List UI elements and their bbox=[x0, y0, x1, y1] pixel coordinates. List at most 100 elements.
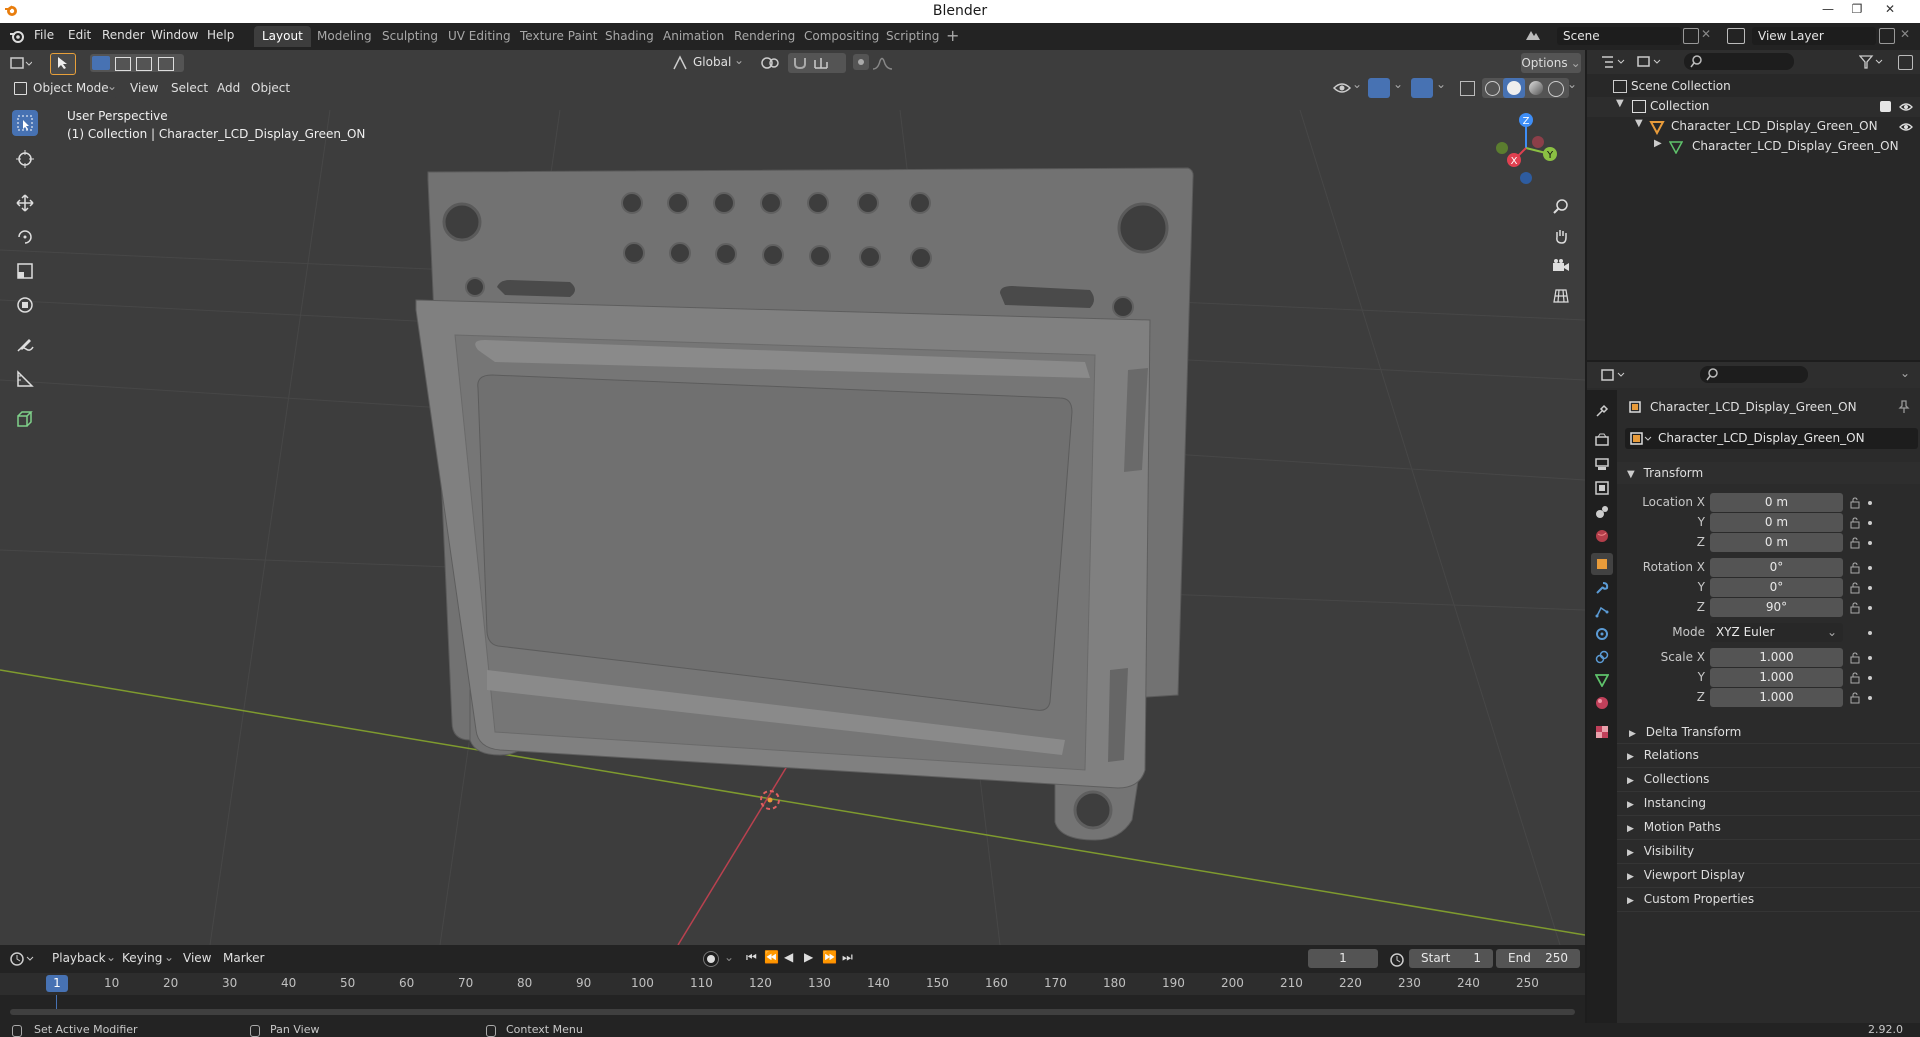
menu-select[interactable]: Select bbox=[171, 81, 208, 95]
tab-output[interactable] bbox=[1591, 453, 1613, 475]
play-icon[interactable]: ▶ bbox=[804, 950, 813, 964]
tab-world[interactable] bbox=[1591, 525, 1613, 547]
transform-tool[interactable] bbox=[12, 292, 38, 318]
frame-ruler[interactable]: 1 10 20 30 40 50 60 70 80 90 100 110 120… bbox=[0, 973, 1585, 995]
keyframe-dot[interactable] bbox=[1868, 606, 1872, 610]
expand-arrow-icon[interactable]: ▼ bbox=[1616, 98, 1624, 109]
object-name-field[interactable]: Character_LCD_Display_Green_ON bbox=[1625, 428, 1918, 449]
prev-keyframe-icon[interactable]: ⏪ bbox=[764, 950, 779, 964]
cursor-tool[interactable] bbox=[12, 146, 38, 172]
measure-tool[interactable] bbox=[12, 366, 38, 392]
overlays-toggle[interactable] bbox=[1411, 78, 1433, 98]
tab-material[interactable] bbox=[1591, 692, 1613, 714]
rotation-y-field[interactable]: 0° bbox=[1710, 578, 1843, 597]
keyframe-dot[interactable] bbox=[1868, 656, 1872, 660]
lock-icon[interactable] bbox=[1849, 672, 1861, 684]
pan-hand-icon[interactable] bbox=[1553, 228, 1569, 244]
lcd-model[interactable] bbox=[415, 167, 1194, 841]
pivot-point-icon[interactable] bbox=[760, 55, 782, 71]
keyframe-dot[interactable] bbox=[1868, 566, 1872, 570]
wireframe-shading-icon[interactable] bbox=[1485, 81, 1500, 96]
close-button[interactable]: ✕ bbox=[1880, 2, 1900, 18]
location-z-field[interactable]: 0 m bbox=[1710, 533, 1843, 552]
tab-scene[interactable] bbox=[1591, 501, 1613, 523]
camera-icon[interactable] bbox=[1552, 258, 1570, 274]
display-mode-icon[interactable] bbox=[1637, 55, 1663, 69]
new-collection-icon[interactable] bbox=[1898, 55, 1913, 70]
add-cube-tool[interactable] bbox=[12, 406, 38, 432]
add-workspace-icon[interactable]: + bbox=[946, 26, 959, 45]
lock-icon[interactable] bbox=[1849, 497, 1861, 509]
rotate-tool[interactable] bbox=[12, 224, 38, 250]
timeline-editor[interactable]: Playback ⌄ Keying ⌄ View Marker ⌄ ⏮ ⏪ ◀ … bbox=[0, 945, 1585, 1023]
minimize-button[interactable]: — bbox=[1818, 2, 1838, 18]
lock-icon[interactable] bbox=[1849, 517, 1861, 529]
proportional-edit-toggle[interactable] bbox=[853, 54, 869, 70]
properties-editor[interactable]: ⌄ Character_LCD_Display_Green_ON Charact… bbox=[1587, 362, 1920, 1023]
outliner-row-object[interactable]: ▼ Character_LCD_Display_Green_ON bbox=[1587, 117, 1920, 137]
lock-icon[interactable] bbox=[1849, 652, 1861, 664]
snap-target-icon[interactable] bbox=[813, 56, 829, 70]
proportional-falloff-icon[interactable] bbox=[872, 55, 894, 71]
delete-scene-icon[interactable]: ✕ bbox=[1701, 27, 1711, 41]
menu-object[interactable]: Object bbox=[251, 81, 290, 95]
relations-panel-header[interactable]: ▶ Relations bbox=[1617, 744, 1920, 766]
rendered-shading-icon[interactable] bbox=[1548, 81, 1564, 97]
tab-compositing[interactable]: Compositing bbox=[796, 26, 887, 47]
tab-uv-editing[interactable]: UV Editing bbox=[440, 26, 519, 47]
menu-window[interactable]: Window bbox=[151, 28, 198, 42]
keyframe-dot[interactable] bbox=[1868, 631, 1872, 635]
select-box-tool[interactable] bbox=[12, 110, 38, 136]
properties-search-input[interactable] bbox=[1700, 366, 1808, 383]
tab-modeling[interactable]: Modeling bbox=[309, 26, 380, 47]
annotate-tool[interactable] bbox=[12, 332, 38, 358]
delta-transform-subpanel[interactable]: ▶ Delta Transform bbox=[1629, 721, 1920, 743]
zoom-icon[interactable] bbox=[1553, 198, 1569, 214]
scale-y-field[interactable]: 1.000 bbox=[1710, 668, 1843, 687]
properties-editor-type-icon[interactable] bbox=[1601, 368, 1627, 382]
menu-timeline-view[interactable]: View bbox=[183, 951, 211, 965]
tab-object[interactable] bbox=[1591, 553, 1613, 575]
eye-icon[interactable] bbox=[1899, 101, 1913, 113]
3d-viewport[interactable]: Global ⌄ Options ⌄ Object Mode ⌄ View Sel… bbox=[0, 50, 1585, 945]
outliner-editor-type-icon[interactable] bbox=[1601, 55, 1627, 69]
view-layer-name-field[interactable]: View Layer bbox=[1752, 27, 1876, 45]
options-dropdown[interactable]: Options ⌄ bbox=[1521, 53, 1581, 73]
tab-particles[interactable] bbox=[1591, 600, 1613, 622]
collections-panel-header[interactable]: ▶ Collections bbox=[1617, 768, 1920, 790]
auto-keying-toggle[interactable] bbox=[703, 951, 719, 967]
tab-rendering[interactable]: Rendering bbox=[726, 26, 803, 47]
timeline-scrollbar[interactable] bbox=[10, 1009, 1575, 1015]
new-scene-icon[interactable] bbox=[1683, 28, 1699, 44]
outliner-row-collection[interactable]: ▼ Collection bbox=[1587, 97, 1920, 117]
tab-texture[interactable] bbox=[1591, 721, 1613, 743]
tab-scripting[interactable]: Scripting bbox=[878, 26, 947, 47]
select-invert-icon[interactable] bbox=[158, 57, 174, 71]
shading-mode-group[interactable] bbox=[1482, 78, 1569, 98]
menu-file[interactable]: File bbox=[34, 28, 54, 42]
mode-dropdown[interactable]: Object Mode ⌄ bbox=[8, 78, 118, 98]
new-view-layer-icon[interactable] bbox=[1879, 28, 1895, 44]
pin-icon[interactable] bbox=[1897, 400, 1911, 414]
transform-panel-header[interactable]: ▼ Transform bbox=[1617, 462, 1920, 484]
jump-start-icon[interactable]: ⏮ bbox=[746, 950, 757, 965]
timeline-editor-type-icon[interactable] bbox=[10, 951, 34, 967]
rotation-x-field[interactable]: 0° bbox=[1710, 558, 1843, 577]
select-new-icon[interactable] bbox=[92, 56, 110, 70]
tab-modifiers[interactable] bbox=[1591, 577, 1613, 599]
current-frame-field[interactable]: 1 bbox=[1308, 949, 1378, 968]
menu-playback[interactable]: Playback bbox=[52, 951, 106, 965]
keyframe-dot[interactable] bbox=[1868, 521, 1872, 525]
expand-arrow-icon[interactable]: ▶ bbox=[1654, 138, 1662, 149]
scale-z-field[interactable]: 1.000 bbox=[1710, 688, 1843, 707]
material-shading-icon[interactable] bbox=[1529, 81, 1543, 95]
motion-paths-panel-header[interactable]: ▶ Motion Paths bbox=[1617, 816, 1920, 838]
instancing-panel-header[interactable]: ▶ Instancing bbox=[1617, 792, 1920, 814]
lock-icon[interactable] bbox=[1849, 562, 1861, 574]
select-extend-icon[interactable] bbox=[115, 57, 131, 71]
rotation-z-field[interactable]: 90° bbox=[1710, 598, 1843, 617]
select-subtract-icon[interactable] bbox=[136, 57, 152, 71]
xray-toggle-icon[interactable] bbox=[1460, 81, 1475, 96]
expand-arrow-icon[interactable]: ▼ bbox=[1635, 118, 1643, 129]
lock-icon[interactable] bbox=[1849, 537, 1861, 549]
